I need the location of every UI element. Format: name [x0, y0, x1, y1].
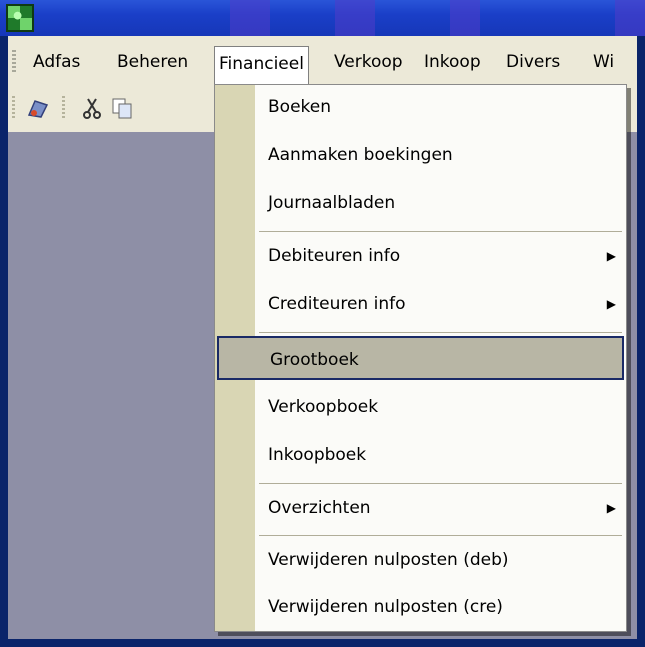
- app-icon[interactable]: [6, 4, 34, 32]
- menu-divers[interactable]: Divers: [501, 48, 565, 76]
- menu-item-label: Journaalbladen: [268, 193, 396, 213]
- menu-item-inkoopboek[interactable]: Inkoopboek: [215, 433, 626, 477]
- title-bar[interactable]: [0, 0, 645, 36]
- copy-icon[interactable]: [108, 94, 136, 122]
- menu-inkoop[interactable]: Inkoop: [419, 48, 486, 76]
- menu-item-journaalbladen[interactable]: Journaalbladen: [215, 181, 626, 225]
- menu-item-label: Boeken: [268, 97, 331, 117]
- menu-item-verkoopboek[interactable]: Verkoopboek: [215, 385, 626, 429]
- menu-item-label: Verwijderen nulposten (cre): [268, 597, 503, 617]
- app-tool-icon[interactable]: [24, 94, 52, 122]
- window-bottom-border: [0, 639, 645, 647]
- menu-item-overzichten[interactable]: Overzichten ▶: [215, 486, 626, 530]
- menu-item-grootboek[interactable]: Grootboek: [217, 336, 624, 380]
- menu-financieel[interactable]: Financieel: [214, 46, 309, 85]
- menu-separator: [259, 483, 622, 484]
- toolbar-grip[interactable]: [12, 96, 15, 120]
- menu-item-boeken[interactable]: Boeken: [215, 85, 626, 129]
- menu-beheren[interactable]: Beheren: [112, 48, 193, 76]
- menu-item-label: Debiteuren info: [268, 246, 401, 266]
- menu-item-label: Inkoopboek: [268, 445, 367, 465]
- submenu-arrow-icon: ▶: [606, 249, 616, 263]
- menu-item-aanmaken-boekingen[interactable]: Aanmaken boekingen: [215, 133, 626, 177]
- menu-bar: Adfas Beheren Financieel Verkoop Inkoop …: [8, 36, 637, 85]
- menu-item-debiteuren-info[interactable]: Debiteuren info ▶: [215, 234, 626, 278]
- menu-verkoop[interactable]: Verkoop: [329, 48, 408, 76]
- menu-item-verwijderen-nulposten-deb[interactable]: Verwijderen nulposten (deb): [215, 538, 626, 582]
- menu-separator: [259, 332, 622, 333]
- menu-separator: [259, 535, 622, 536]
- menu-window[interactable]: Wi: [588, 48, 619, 76]
- cut-icon[interactable]: [78, 94, 106, 122]
- menu-item-label: Verwijderen nulposten (deb): [268, 550, 509, 570]
- menu-adfas[interactable]: Adfas: [28, 48, 85, 76]
- menu-item-crediteuren-info[interactable]: Crediteuren info ▶: [215, 282, 626, 326]
- financieel-dropdown-menu: Boeken Aanmaken boekingen Journaalbladen…: [214, 84, 627, 632]
- menu-item-verwijderen-nulposten-cre[interactable]: Verwijderen nulposten (cre): [215, 585, 626, 629]
- submenu-arrow-icon: ▶: [606, 297, 616, 311]
- menu-item-label: Verkoopboek: [268, 397, 379, 417]
- toolbar-separator: [62, 96, 65, 120]
- submenu-arrow-icon: ▶: [606, 501, 616, 515]
- menu-item-label: Overzichten: [268, 498, 371, 518]
- menu-item-label: Grootboek: [270, 350, 359, 370]
- menu-item-label: Crediteuren info: [268, 294, 406, 314]
- menu-separator: [259, 231, 622, 232]
- menubar-grip[interactable]: [12, 50, 16, 72]
- menu-item-label: Aanmaken boekingen: [268, 145, 453, 165]
